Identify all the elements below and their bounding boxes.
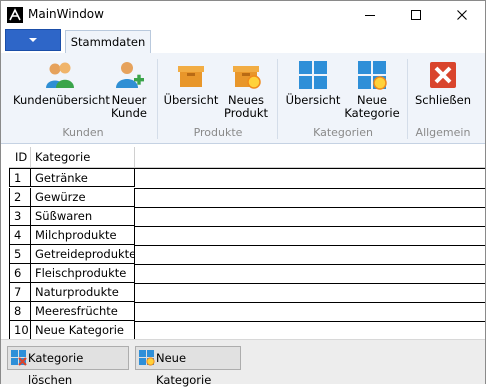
kategorie-loeschen-label: Kategorie löschen [28, 351, 84, 387]
new-box-icon [229, 58, 263, 92]
neue-kategorie-label-2: Kategorie [344, 106, 400, 120]
schliessen-button[interactable]: Schließen [413, 58, 473, 107]
cell-kategorie[interactable]: Gewürze [31, 188, 135, 207]
app-icon [7, 7, 23, 23]
cell-kategorie[interactable]: Meeresfrüchte [31, 302, 135, 321]
table-row[interactable]: 5 Getreideprodukte [9, 245, 485, 265]
minimize-icon [365, 15, 375, 16]
application-menu-button[interactable] [5, 29, 61, 51]
cell-id[interactable]: 4 [9, 226, 31, 245]
cell-id[interactable]: 3 [9, 207, 31, 226]
kundenuebersicht-label: Kundenübersicht [13, 93, 110, 107]
customers-icon [43, 58, 77, 92]
cell-id[interactable]: 8 [9, 302, 31, 321]
produkt-uebersicht-button[interactable]: Übersicht [163, 58, 219, 107]
close-red-icon [426, 58, 460, 92]
bottom-toolbar: Kategorie löschen Neue Kategorie [1, 339, 485, 387]
produkt-uebersicht-label: Übersicht [163, 93, 219, 107]
neue-kategorie-footer-button[interactable]: Neue Kategorie [135, 346, 241, 387]
cell-id[interactable]: 2 [9, 188, 31, 207]
schliessen-label: Schließen [415, 93, 471, 107]
table-row[interactable]: 8 Meeresfrüchte [9, 302, 485, 322]
cell-filler [135, 245, 485, 265]
neues-produkt-button[interactable]: Neues Produkt [223, 58, 269, 120]
close-icon [457, 10, 467, 20]
table-row[interactable]: 1 Getränke [9, 168, 485, 189]
neuer-kunde-button[interactable]: Neuer Kunde [109, 58, 149, 120]
chevron-down-icon [29, 38, 37, 42]
kategorie-grid[interactable]: ID Kategorie 1 Getränke 2 Gewürze 3 Süßw… [9, 147, 485, 341]
table-row[interactable]: 3 Süßwaren [9, 207, 485, 227]
cell-id[interactable]: 7 [9, 283, 31, 302]
group-label-kunden: Kunden [62, 126, 104, 139]
grid-header: ID Kategorie [9, 147, 485, 168]
add-customer-icon [112, 58, 146, 92]
window-title: MainWindow [28, 7, 104, 21]
cell-id[interactable]: 5 [9, 245, 31, 264]
table-row[interactable]: 4 Milchprodukte [9, 226, 485, 246]
kategorie-uebersicht-button[interactable]: Übersicht [283, 58, 343, 107]
maximize-button[interactable] [393, 1, 439, 29]
group-label-allgemein: Allgemein [415, 126, 471, 139]
cell-id[interactable]: 10 [9, 321, 31, 340]
table-row[interactable]: 7 Naturprodukte [9, 283, 485, 303]
column-header-kategorie[interactable]: Kategorie [31, 147, 135, 167]
cell-filler [135, 188, 485, 208]
cell-filler [135, 283, 485, 303]
ribbon-separator [407, 59, 408, 139]
new-tiles-icon [355, 58, 389, 92]
cell-filler [135, 226, 485, 246]
cell-filler [135, 168, 485, 189]
cell-id[interactable]: 6 [9, 264, 31, 283]
maximize-icon [411, 10, 421, 20]
ribbon-panel: Kundenübersicht Neuer Kunde Kunden Übers… [1, 53, 485, 144]
cell-kategorie[interactable]: Milchprodukte [31, 226, 135, 245]
kundenuebersicht-button[interactable]: Kundenübersicht [13, 58, 110, 107]
cell-kategorie[interactable]: Naturprodukte [31, 283, 135, 302]
cell-kategorie[interactable]: Getränke [31, 168, 135, 187]
tab-stammdaten[interactable]: Stammdaten [65, 30, 151, 53]
tiles-icon [296, 58, 330, 92]
cell-filler [135, 321, 485, 341]
cell-kategorie[interactable]: Süßwaren [31, 207, 135, 226]
neue-kategorie-footer-label: Neue Kategorie [156, 351, 212, 387]
group-label-produkte: Produkte [193, 126, 243, 139]
cell-filler [135, 302, 485, 322]
title-bar: MainWindow [1, 1, 485, 29]
kategorie-uebersicht-label: Übersicht [285, 93, 341, 107]
column-header-id[interactable]: ID [9, 147, 31, 167]
neuer-kunde-label-2: Kunde [111, 106, 147, 120]
box-icon [174, 58, 208, 92]
table-row[interactable]: 6 Fleischprodukte [9, 264, 485, 284]
delete-tiles-icon [11, 350, 27, 366]
cell-filler [135, 264, 485, 284]
close-window-button[interactable] [439, 1, 485, 29]
new-tiles-icon [139, 350, 155, 366]
cell-kategorie[interactable]: Neue Kategorie [31, 321, 135, 340]
main-window: MainWindow Stammdaten Kundenübersicht Ne… [0, 0, 486, 387]
table-row[interactable]: 2 Gewürze [9, 188, 485, 208]
ribbon-separator [277, 59, 278, 139]
cell-kategorie[interactable]: Fleischprodukte [31, 264, 135, 283]
table-row[interactable]: 10 Neue Kategorie [9, 321, 485, 341]
neues-produkt-label-2: Produkt [223, 106, 268, 120]
cell-id[interactable]: 1 [9, 168, 31, 187]
minimize-button[interactable] [347, 1, 393, 29]
ribbon-separator [157, 59, 158, 139]
cell-filler [135, 207, 485, 227]
neue-kategorie-button[interactable]: Neue Kategorie [343, 58, 401, 120]
kategorie-loeschen-button[interactable]: Kategorie löschen [7, 346, 129, 387]
cell-kategorie[interactable]: Getreideprodukte [31, 245, 135, 264]
group-label-kategorien: Kategorien [313, 126, 373, 139]
